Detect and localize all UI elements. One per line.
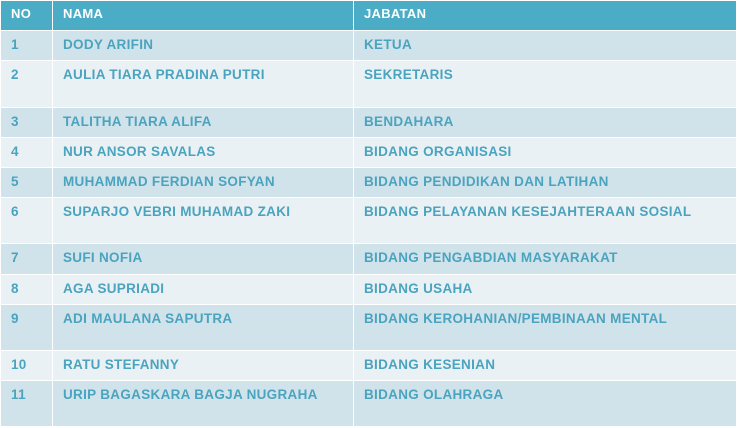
table-header: NO NAMA JABATAN — [1, 1, 736, 30]
table-row: 7 SUFI NOFIA BIDANG PENGABDIAN MASYARAKA… — [1, 243, 736, 274]
row-jabatan: BIDANG OLAHRAGA — [364, 387, 504, 402]
row-no: 7 — [1, 244, 53, 274]
row-nama: ADI MAULANA SAPUTRA — [53, 305, 354, 350]
row-jabatan: SEKRETARIS — [364, 67, 454, 82]
row-no: 2 — [1, 61, 53, 107]
row-no: 11 — [1, 381, 53, 426]
row-nama: AGA SUPRIADI — [53, 275, 354, 304]
table-row: 5 MUHAMMAD FERDIAN SOFYAN BIDANG PENDIDI… — [1, 167, 736, 197]
table-row: 10 RATU STEFANNY BIDANG KESENIAN — [1, 350, 736, 380]
row-jabatan: BIDANG USAHA — [364, 281, 473, 296]
row-jabatan: BIDANG KESENIAN — [364, 357, 496, 372]
row-nama: URIP BAGASKARA BAGJA NUGRAHA — [53, 381, 354, 426]
row-no: 8 — [1, 275, 53, 304]
row-jabatan: BIDANG PENDIDIKAN DAN LATIHAN — [364, 174, 609, 189]
row-no: 6 — [1, 198, 53, 243]
row-jabatan: BIDANG ORGANISASI — [364, 144, 512, 159]
row-jabatan: BIDANG PENGABDIAN MASYARAKAT — [364, 250, 618, 265]
members-table: NO NAMA JABATAN 1 DODY ARIFIN KETUA 2 AU… — [1, 1, 736, 426]
row-jabatan: BENDAHARA — [364, 114, 454, 129]
row-no: 10 — [1, 351, 53, 380]
header-nama: NAMA — [53, 1, 354, 30]
row-nama: SUPARJO VEBRI MUHAMAD ZAKI — [53, 198, 354, 243]
row-no: 1 — [1, 31, 53, 60]
row-no: 4 — [1, 138, 53, 167]
row-nama: DODY ARIFIN — [53, 31, 354, 60]
table-row: 8 AGA SUPRIADI BIDANG USAHA — [1, 274, 736, 304]
table-row: 2 AULIA TIARA PRADINA PUTRI SEKRETARIS — [1, 60, 736, 107]
row-jabatan: BIDANG KEROHANIAN/PEMBINAAN MENTAL — [364, 311, 668, 326]
row-no: 5 — [1, 168, 53, 197]
header-jabatan: JABATAN — [364, 6, 427, 21]
row-nama: AULIA TIARA PRADINA PUTRI — [53, 61, 354, 107]
row-nama: RATU STEFANNY — [53, 351, 354, 380]
row-nama: NUR ANSOR SAVALAS — [53, 138, 354, 167]
header-no: NO — [1, 1, 53, 30]
row-jabatan: BIDANG PELAYANAN KESEJAHTERAAN SOSIAL — [364, 204, 692, 219]
table-row: 9 ADI MAULANA SAPUTRA BIDANG KEROHANIAN/… — [1, 304, 736, 350]
row-nama: TALITHA TIARA ALIFA — [53, 108, 354, 137]
row-jabatan: KETUA — [364, 37, 412, 52]
table-row: 3 TALITHA TIARA ALIFA BENDAHARA — [1, 107, 736, 137]
row-no: 3 — [1, 108, 53, 137]
row-nama: MUHAMMAD FERDIAN SOFYAN — [53, 168, 354, 197]
table-row: 11 URIP BAGASKARA BAGJA NUGRAHA BIDANG O… — [1, 380, 736, 426]
table-row: 1 DODY ARIFIN KETUA — [1, 30, 736, 60]
row-no: 9 — [1, 305, 53, 350]
row-nama: SUFI NOFIA — [53, 244, 354, 274]
table-row: 6 SUPARJO VEBRI MUHAMAD ZAKI BIDANG PELA… — [1, 197, 736, 243]
table-row: 4 NUR ANSOR SAVALAS BIDANG ORGANISASI — [1, 137, 736, 167]
